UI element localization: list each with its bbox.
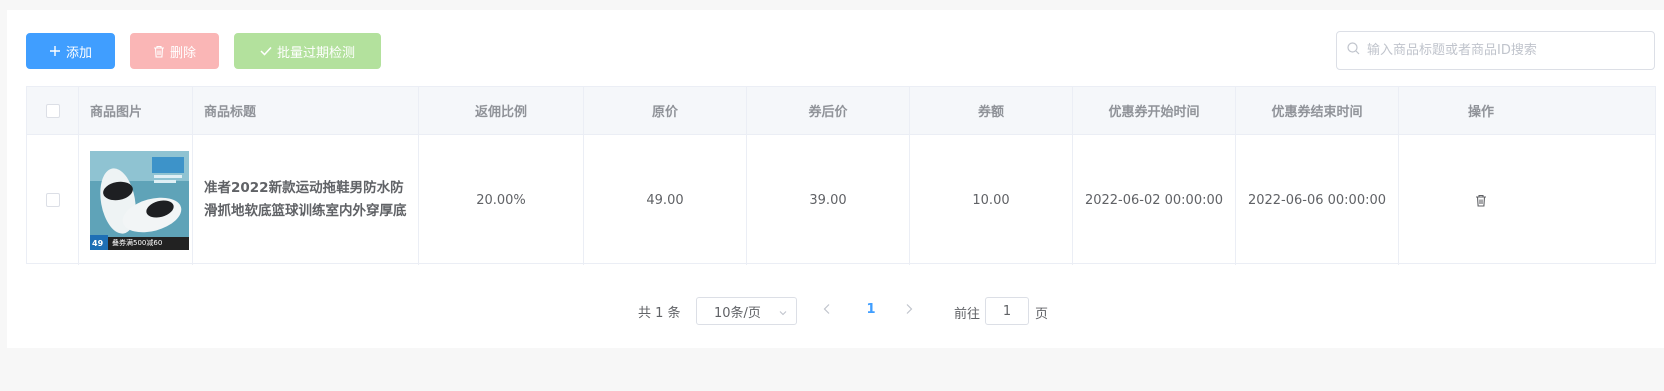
- add-button[interactable]: 添加: [26, 33, 115, 69]
- thumbnail-price-tag: 49: [92, 238, 104, 248]
- header-original-price: 原价: [584, 87, 747, 134]
- header-coupon-price: 券后价: [747, 87, 910, 134]
- goto-label: 前往: [954, 307, 981, 322]
- table-header: 商品图片 商品标题 返佣比例 原价 券后价 券额 优惠券开始时间 优惠券结束时间…: [27, 87, 1655, 135]
- page-suffix-label: 页: [1035, 307, 1049, 322]
- search-input[interactable]: [1367, 32, 1654, 69]
- chevron-down-icon: [778, 307, 788, 322]
- batch-expire-check-label: 批量过期检测: [276, 45, 355, 61]
- header-product-image: 商品图片: [79, 87, 193, 134]
- chevron-right-icon[interactable]: [904, 303, 914, 319]
- pagination: 共 1 条 10条/页 1 前往 页: [0, 297, 1664, 325]
- header-coupon-amount: 券额: [910, 87, 1073, 134]
- product-image-cell: 49 叠券满500减60: [79, 135, 193, 265]
- coupon-amount-cell: 10.00: [910, 135, 1073, 265]
- add-button-label: 添加: [65, 45, 92, 61]
- search-icon: [1347, 42, 1360, 59]
- select-all-checkbox[interactable]: [45, 103, 60, 118]
- trash-icon[interactable]: [1475, 194, 1487, 207]
- coupon-start-cell: 2022-06-02 00:00:00: [1073, 135, 1236, 265]
- page-number-current[interactable]: 1: [866, 302, 876, 317]
- coupon-price-cell: 39.00: [747, 135, 910, 265]
- product-title: 准者2022新款运动拖鞋男防水防滑抓地软底篮球训练室内外穿厚底: [204, 180, 407, 219]
- slipper-product-image: [90, 150, 189, 250]
- table-row: 49 叠券满500减60 准者2022新款运动拖鞋男防水防滑抓地软底篮球训练室内…: [27, 135, 1655, 265]
- product-thumbnail[interactable]: 49 叠券满500减60: [90, 150, 189, 250]
- commission-rate-cell: 20.00%: [419, 135, 584, 265]
- row-select-cell: [27, 135, 79, 265]
- page-size-select[interactable]: 10条/页: [696, 297, 797, 325]
- header-product-title: 商品标题: [193, 87, 419, 134]
- header-select-cell: [27, 87, 79, 134]
- goto-page-input[interactable]: [985, 297, 1029, 325]
- plus-icon: [49, 45, 61, 57]
- header-coupon-end: 优惠券结束时间: [1236, 87, 1399, 134]
- header-coupon-start: 优惠券开始时间: [1073, 87, 1236, 134]
- product-title-cell: 准者2022新款运动拖鞋男防水防滑抓地软底篮球训练室内外穿厚底: [193, 135, 419, 265]
- check-icon: [260, 46, 272, 56]
- trash-icon: [153, 45, 165, 58]
- header-actions: 操作: [1467, 105, 1494, 120]
- product-table: 商品图片 商品标题 返佣比例 原价 券后价 券额 优惠券开始时间 优惠券结束时间…: [26, 86, 1656, 265]
- delete-button[interactable]: 删除: [130, 33, 219, 69]
- header-commission-rate: 返佣比例: [419, 87, 584, 134]
- row-checkbox[interactable]: [45, 193, 60, 207]
- actions-cell: [1399, 135, 1563, 265]
- page-size-value: 10条/页: [714, 305, 761, 321]
- chevron-left-icon[interactable]: [822, 303, 832, 319]
- search-box[interactable]: [1336, 31, 1655, 70]
- thumbnail-banner-text: 叠券满500减60: [112, 238, 163, 247]
- coupon-end-cell: 2022-06-06 00:00:00: [1236, 135, 1399, 265]
- delete-button-label: 删除: [169, 45, 196, 61]
- original-price-cell: 49.00: [584, 135, 747, 265]
- batch-expire-check-button[interactable]: 批量过期检测: [234, 33, 381, 69]
- pagination-total: 共 1 条: [638, 306, 681, 321]
